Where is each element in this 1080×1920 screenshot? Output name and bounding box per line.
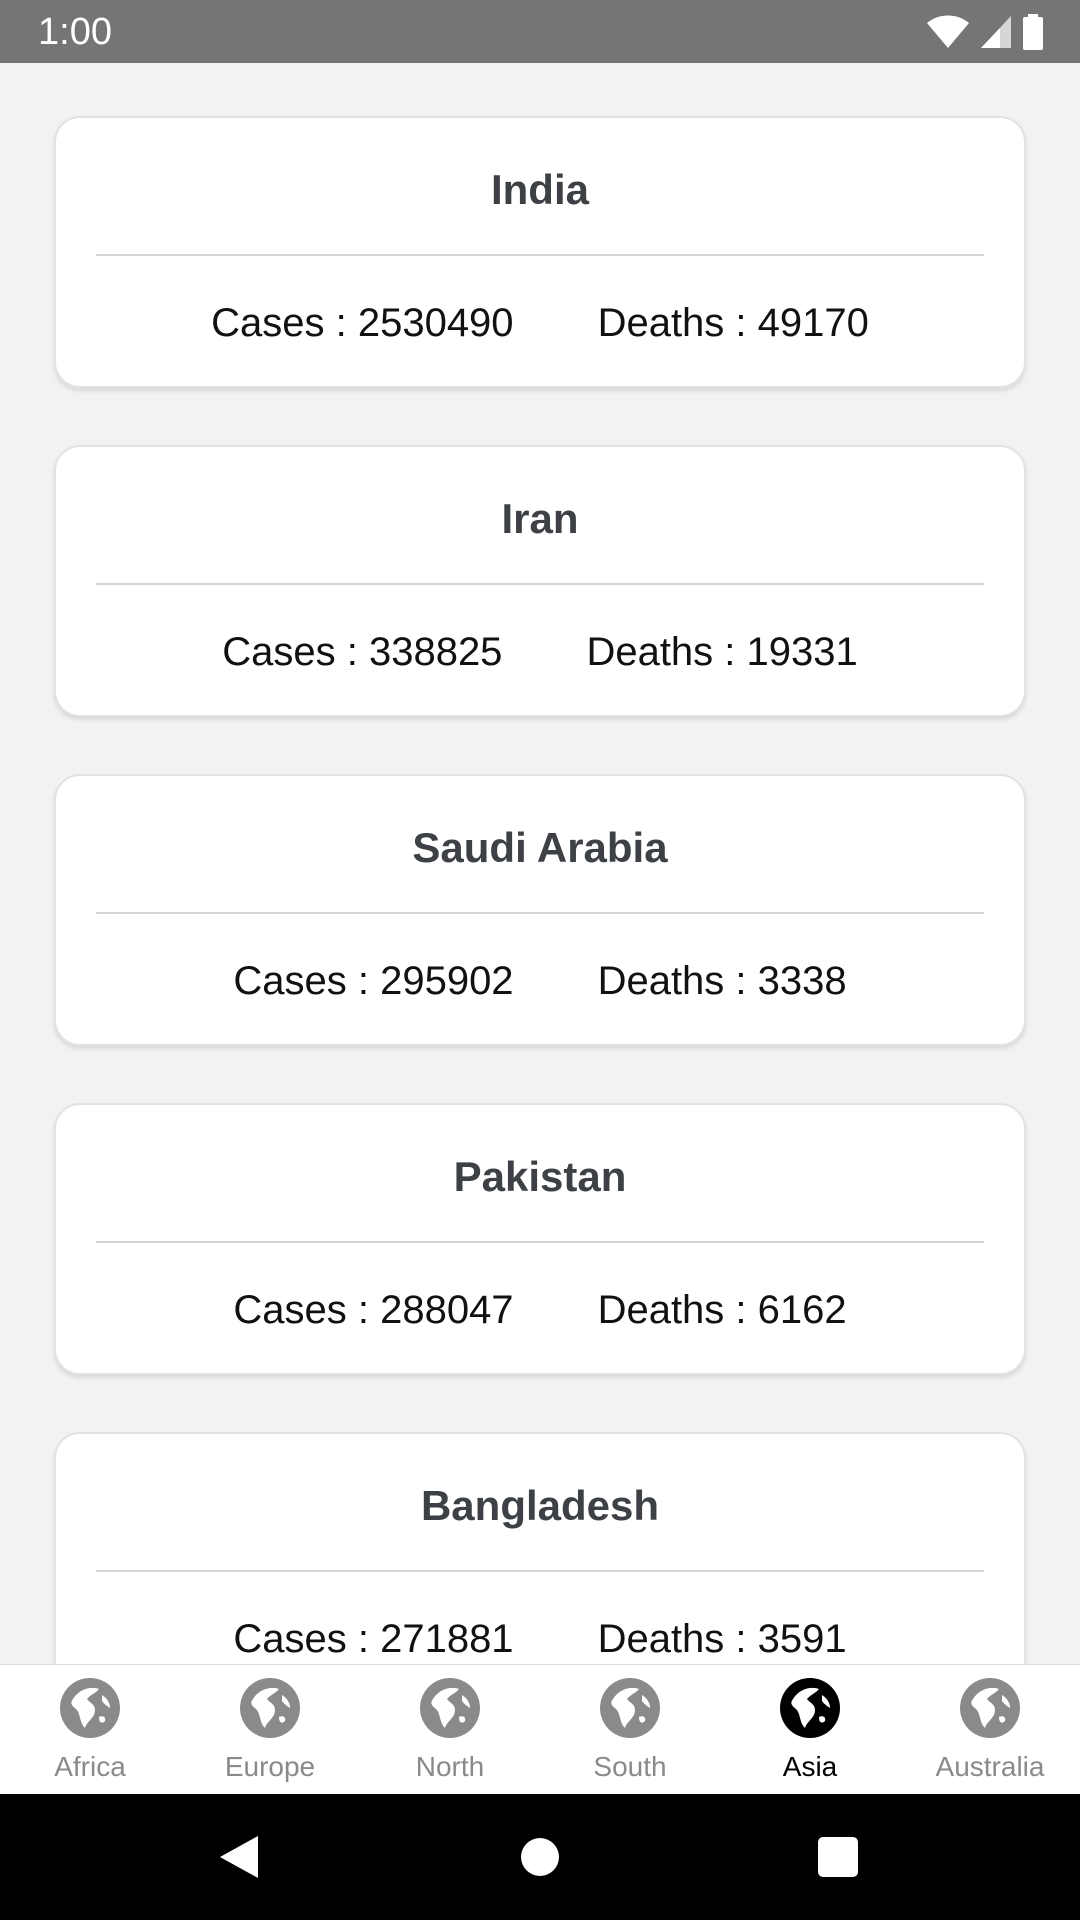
nav-label: Australia	[935, 1751, 1045, 1782]
country-name: Bangladesh	[420, 1482, 660, 1529]
card-stats: Cases : 338825 Deaths : 19331	[56, 627, 1024, 677]
nav-item-australia[interactable]: Australia	[900, 1665, 1080, 1795]
nav-item-europe[interactable]: Europe	[180, 1665, 360, 1795]
country-card[interactable]: Saudi Arabia Cases : 295902 Deaths : 3338	[54, 774, 1026, 1046]
cases-value: 338825	[368, 630, 503, 674]
cases-label: Cases :	[222, 630, 369, 674]
deaths-label: Deaths :	[597, 301, 758, 345]
card-stats: Cases : 295902 Deaths : 3338	[56, 956, 1024, 1006]
cases-label: Cases :	[233, 1288, 381, 1332]
globe-icon	[959, 1677, 1021, 1739]
country-card[interactable]: Iran Cases : 338825 Deaths : 19331	[54, 445, 1026, 717]
status-icons	[926, 14, 1044, 50]
cases-stat: Cases : 295902	[233, 956, 513, 1006]
globe-icon	[599, 1677, 661, 1739]
status-time: 1:00	[38, 11, 112, 53]
nav-label: North	[415, 1751, 485, 1782]
deaths-value: 6162	[757, 1288, 847, 1332]
deaths-label: Deaths :	[597, 1288, 758, 1332]
nav-item-asia[interactable]: Asia	[720, 1665, 900, 1795]
cases-stat: Cases : 288047	[233, 1285, 513, 1335]
cases-label: Cases :	[233, 1617, 381, 1661]
deaths-value: 19331	[746, 630, 858, 674]
cases-value: 288047	[380, 1288, 514, 1332]
deaths-stat: Deaths : 49170	[598, 298, 869, 348]
cellular-signal-icon	[980, 15, 1012, 49]
cases-value: 2530490	[357, 301, 514, 345]
country-list[interactable]: India Cases : 2530490 Deaths : 49170 Iran Ca…	[0, 63, 1080, 1664]
nav-item-africa[interactable]: Africa	[0, 1665, 180, 1795]
country-name: Pakistan	[453, 1153, 627, 1200]
cases-label: Cases :	[211, 301, 358, 345]
deaths-value: 49170	[757, 301, 869, 345]
card-stats: Cases : 2530490 Deaths : 49170	[56, 298, 1024, 348]
country-name: Saudi Arabia	[412, 824, 668, 871]
wifi-icon	[926, 15, 970, 49]
battery-icon	[1022, 14, 1044, 50]
globe-icon	[779, 1677, 841, 1739]
back-icon[interactable]	[214, 1832, 264, 1882]
cases-value: 271881	[380, 1617, 514, 1661]
deaths-label: Deaths :	[597, 959, 758, 1003]
cases-label: Cases :	[233, 959, 381, 1003]
cases-stat: Cases : 271881	[233, 1614, 513, 1664]
country-name: Iran	[501, 495, 579, 542]
country-card[interactable]: Bangladesh Cases : 271881 Deaths : 3591	[54, 1432, 1026, 1664]
cases-value: 295902	[380, 959, 514, 1003]
cases-stat: Cases : 338825	[222, 627, 502, 677]
status-bar: 1:00	[0, 0, 1080, 63]
deaths-stat: Deaths : 6162	[598, 1285, 847, 1335]
nav-label: Asia	[782, 1751, 838, 1782]
bottom-navigation: Africa Europe North South Asia Australia	[0, 1664, 1080, 1794]
deaths-value: 3338	[757, 959, 847, 1003]
card-divider	[96, 254, 984, 256]
card-divider	[96, 1570, 984, 1572]
deaths-label: Deaths :	[597, 1617, 758, 1661]
card-divider	[96, 583, 984, 585]
card-stats: Cases : 271881 Deaths : 3591	[56, 1614, 1024, 1664]
country-name: India	[490, 166, 589, 213]
system-navigation-bar	[0, 1794, 1080, 1920]
home-icon[interactable]	[515, 1832, 565, 1882]
nav-item-north[interactable]: North	[360, 1665, 540, 1795]
nav-label: South	[593, 1751, 667, 1782]
deaths-stat: Deaths : 19331	[586, 627, 857, 677]
nav-label: Europe	[224, 1751, 316, 1782]
globe-icon	[239, 1677, 301, 1739]
country-card[interactable]: India Cases : 2530490 Deaths : 49170	[54, 116, 1026, 388]
deaths-value: 3591	[757, 1617, 847, 1661]
deaths-stat: Deaths : 3338	[598, 956, 847, 1006]
cases-stat: Cases : 2530490	[211, 298, 513, 348]
card-divider	[96, 912, 984, 914]
nav-label: Africa	[54, 1751, 126, 1782]
recents-icon[interactable]	[813, 1832, 863, 1882]
globe-icon	[59, 1677, 121, 1739]
globe-icon	[419, 1677, 481, 1739]
deaths-stat: Deaths : 3591	[598, 1614, 847, 1664]
card-divider	[96, 1241, 984, 1243]
country-card[interactable]: Pakistan Cases : 288047 Deaths : 6162	[54, 1103, 1026, 1375]
nav-item-south[interactable]: South	[540, 1665, 720, 1795]
deaths-label: Deaths :	[586, 630, 747, 674]
card-stats: Cases : 288047 Deaths : 6162	[56, 1285, 1024, 1335]
